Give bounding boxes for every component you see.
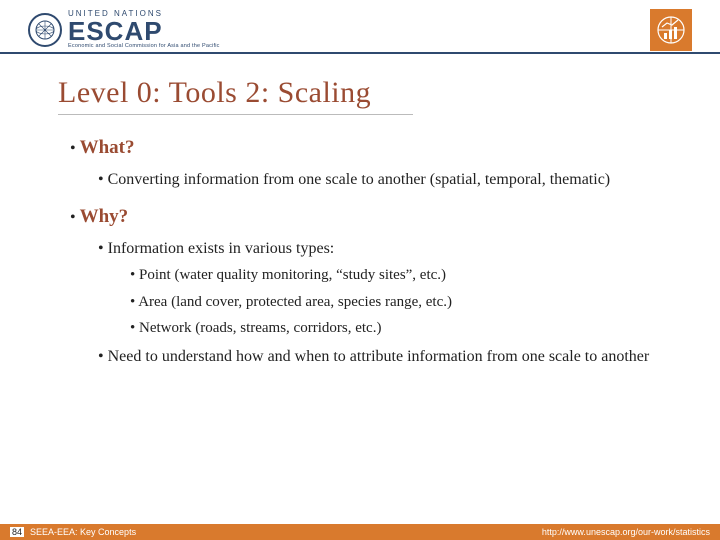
slide-content: What? Converting information from one sc… [0, 115, 720, 368]
footer-doc-title: SEEA-EEA: Key Concepts [30, 527, 136, 537]
why-point: Point (water quality monitoring, “study … [130, 265, 650, 285]
org-sub: Economic and Social Commission for Asia … [68, 44, 220, 50]
org-main: ESCAP [68, 18, 220, 44]
why-need: Need to understand how and when to attri… [98, 346, 650, 368]
what-label: What? [80, 137, 135, 158]
why-network: Network (roads, streams, corridors, etc.… [130, 318, 650, 338]
footer-url: http://www.unescap.org/our-work/statisti… [542, 527, 710, 537]
why-intro: Information exists in various types: Poi… [98, 238, 650, 338]
why-intro-text: Information exists in various types: [108, 240, 335, 257]
footer-bar: 84 SEEA-EEA: Key Concepts http://www.une… [0, 524, 720, 540]
footer-left: 84 SEEA-EEA: Key Concepts [10, 527, 136, 537]
why-area: Area (land cover, protected area, specie… [130, 292, 650, 312]
why-label: Why? [80, 206, 129, 227]
bullet-what: What? Converting information from one sc… [70, 135, 650, 190]
escap-logo: UNITED NATIONS ESCAP Economic and Social… [28, 10, 220, 50]
what-detail: Converting information from one scale to… [98, 169, 650, 191]
chart-logo-icon [650, 9, 692, 51]
page-number: 84 [10, 527, 24, 537]
slide-title: Level 0: Tools 2: Scaling [58, 54, 413, 115]
header-bar: UNITED NATIONS ESCAP Economic and Social… [0, 0, 720, 54]
escap-text: UNITED NATIONS ESCAP Economic and Social… [68, 10, 220, 50]
bullet-why: Why? Information exists in various types… [70, 204, 650, 368]
un-emblem-icon [28, 13, 62, 47]
